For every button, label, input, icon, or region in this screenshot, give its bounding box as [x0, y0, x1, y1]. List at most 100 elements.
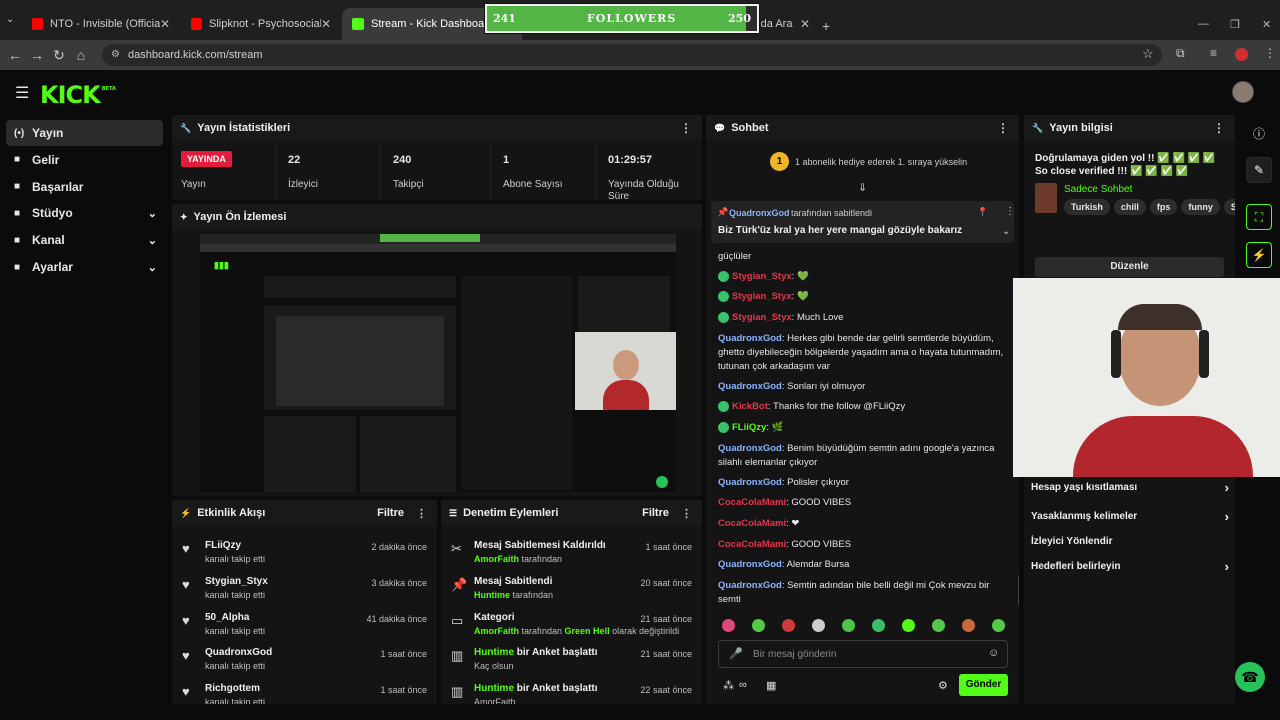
chat-username[interactable]: CocaColaMami — [718, 539, 786, 550]
chat-username[interactable]: QuadronxGod — [718, 381, 782, 392]
moderation-filter-button[interactable]: Filtre — [642, 507, 669, 519]
profile-icon[interactable] — [1235, 48, 1248, 61]
infinity-icon[interactable]: ∞ — [739, 679, 747, 691]
emoji-icon[interactable]: ☺ — [988, 647, 999, 659]
forward-icon[interactable]: → — [26, 47, 48, 63]
tag-pill[interactable]: chill — [1113, 199, 1146, 215]
avatar[interactable] — [1232, 81, 1254, 103]
emote-icon[interactable] — [752, 619, 765, 632]
hamburger-menu-icon[interactable]: ☰ — [15, 83, 29, 103]
mod-user[interactable]: Huntime — [474, 647, 514, 658]
activity-user[interactable]: Richgottem — [205, 683, 260, 694]
emote-icon[interactable] — [782, 619, 795, 632]
url-input[interactable]: ⚙ dashboard.kick.com/stream — [102, 44, 1162, 66]
chat-username[interactable]: QuadronxGod — [718, 477, 782, 488]
chat-username[interactable]: QuadronxGod — [718, 333, 782, 344]
kebab-icon[interactable]: ⋮ — [1213, 121, 1225, 135]
stream-setting-item[interactable]: İzleyici Yönlendir — [1031, 536, 1229, 547]
kebab-icon[interactable]: ⋮ — [681, 507, 692, 520]
edit-button[interactable]: Düzenle — [1035, 257, 1224, 277]
emote-icon[interactable] — [722, 619, 735, 632]
site-info-icon[interactable]: ⚙ — [111, 44, 120, 66]
info-icon[interactable]: ⓘ — [1253, 125, 1265, 142]
pinned-by-user[interactable]: QuadronxGod — [729, 208, 790, 218]
tag-pill[interactable]: fps — [1149, 199, 1178, 215]
tag-pill[interactable]: Turkish — [1064, 199, 1110, 215]
emote-icon[interactable] — [962, 619, 975, 632]
kebab-icon[interactable]: ⋮ — [416, 507, 427, 520]
chat-username[interactable]: CocaColaMami — [718, 518, 786, 529]
screenshot-icon[interactable]: ⛶ — [1246, 204, 1272, 230]
mod-category[interactable]: Green Hell — [565, 626, 610, 636]
browser-tab-1[interactable]: NTO - Invisible (Official Vid ✕ — [22, 8, 180, 40]
emote-icon[interactable] — [902, 619, 915, 632]
emote-icon[interactable] — [872, 619, 885, 632]
close-icon[interactable]: ✕ — [160, 17, 170, 31]
kebab-icon[interactable]: ⋮ — [680, 121, 692, 135]
chat-username[interactable]: Stygian_Styx — [732, 271, 792, 282]
reload-icon[interactable]: ↻ — [48, 47, 70, 64]
edit-pencil-icon[interactable]: ✎ — [1246, 157, 1272, 183]
menu-icon[interactable]: ⋮ — [1264, 46, 1276, 60]
restore-icon[interactable]: ❐ — [1230, 18, 1240, 31]
tab-search-icon[interactable]: ⌄ — [6, 14, 14, 25]
chat-username[interactable]: CocaColaMami — [718, 497, 786, 508]
chat-input[interactable]: 🎤 Bir mesaj gönderin ☺ — [718, 640, 1008, 668]
media-icon[interactable]: ≡ — [1210, 46, 1217, 60]
activity-user[interactable]: Stygian_Styx — [205, 576, 268, 587]
mod-user[interactable]: Huntime — [474, 590, 510, 600]
chevron-down-icon[interactable]: ⌄ — [1002, 226, 1010, 237]
sidebar-item-3[interactable]: ■ Stüdyo ⌄ — [6, 200, 163, 226]
back-icon[interactable]: ← — [4, 47, 26, 63]
chat-username[interactable]: QuadronxGod — [718, 443, 782, 454]
bits-icon[interactable]: ⁂ — [723, 679, 734, 692]
minimize-icon[interactable]: — — [1198, 18, 1209, 30]
close-icon[interactable]: ✕ — [321, 17, 331, 31]
emote-icon[interactable] — [992, 619, 1005, 632]
emote-icon[interactable] — [842, 619, 855, 632]
sidebar-item-0[interactable]: (•) Yayın — [6, 120, 163, 146]
close-icon[interactable]: ✕ — [800, 17, 810, 31]
chat-scrollbar[interactable] — [1018, 575, 1019, 605]
chat-username[interactable]: QuadronxGod — [718, 559, 782, 570]
browser-tab-2[interactable]: Slipknot - Psychosocial [OFFICIA ✕ — [181, 8, 341, 40]
bookmark-star-icon[interactable]: ☆ — [1142, 46, 1154, 62]
support-chat-icon[interactable]: ☎ — [1235, 662, 1265, 692]
scroll-down-icon[interactable]: ⇓ — [858, 181, 867, 194]
chat-settings-icon[interactable]: ⚙ — [938, 679, 948, 692]
chat-username[interactable]: QuadronxGod — [718, 580, 782, 591]
lightning-icon[interactable]: ⚡ — [1246, 242, 1272, 268]
chat-username[interactable]: FLiiQzy — [732, 422, 766, 433]
unpin-icon[interactable]: 📍 — [977, 207, 988, 218]
emote-icon[interactable] — [932, 619, 945, 632]
activity-user[interactable]: QuadronxGod — [205, 647, 272, 658]
send-button[interactable]: Gönder — [959, 674, 1008, 696]
new-tab-icon[interactable]: + — [822, 18, 830, 34]
sidebar-item-4[interactable]: ■ Kanal ⌄ — [6, 227, 163, 253]
microphone-icon[interactable]: 🎤 — [729, 647, 743, 660]
emote-icon[interactable] — [812, 619, 825, 632]
mod-user[interactable]: AmorFaith — [474, 554, 519, 564]
chevron-down-icon[interactable]: ⌄ — [148, 207, 157, 220]
kebab-icon[interactable]: ⋮ — [997, 121, 1009, 135]
close-window-icon[interactable]: ✕ — [1262, 18, 1271, 31]
store-icon[interactable]: ▦ — [766, 679, 776, 692]
stream-preview-video[interactable]: ▮▮▮ — [200, 234, 676, 492]
kick-logo[interactable]: KICK BETA — [40, 81, 116, 109]
stream-setting-item[interactable]: Yasaklanmış kelimeler › — [1031, 509, 1229, 524]
category-link[interactable]: Sadece Sohbet — [1064, 184, 1132, 195]
mod-user[interactable]: Huntime — [474, 683, 514, 694]
chat-username[interactable]: KickBot — [732, 401, 768, 412]
sidebar-item-1[interactable]: ■ Gelir — [6, 147, 163, 173]
activity-user[interactable]: 50_Alpha — [205, 612, 249, 623]
chat-username[interactable]: Stygian_Styx — [732, 291, 792, 302]
sidebar-item-2[interactable]: ■ Başarılar — [6, 174, 163, 200]
activity-user[interactable]: FLiiQzy — [205, 540, 241, 551]
home-icon[interactable]: ⌂ — [70, 47, 92, 63]
mod-user[interactable]: AmorFaith — [474, 626, 519, 636]
stream-setting-item[interactable]: Hesap yaşı kısıtlaması › — [1031, 480, 1229, 495]
chevron-down-icon[interactable]: ⌄ — [148, 234, 157, 247]
sidebar-item-5[interactable]: ■ Ayarlar ⌄ — [6, 254, 163, 280]
activity-filter-button[interactable]: Filtre — [377, 507, 404, 519]
chat-username[interactable]: Stygian_Styx — [732, 312, 792, 323]
